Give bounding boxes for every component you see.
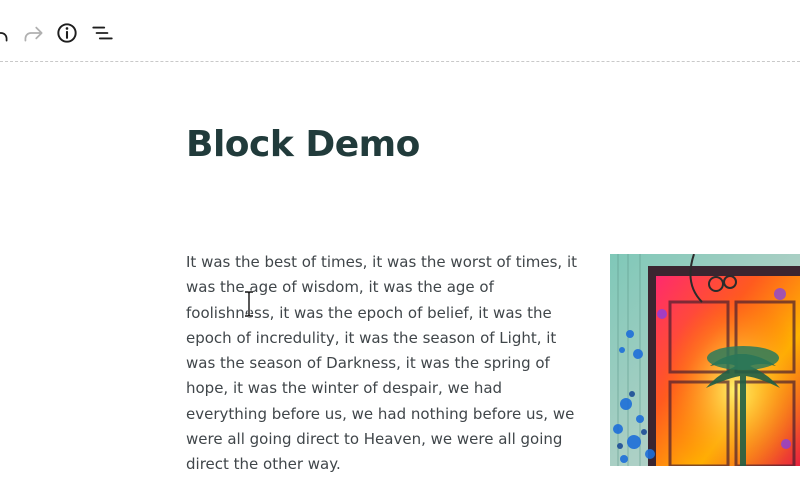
list-view-icon[interactable] [89, 20, 115, 46]
editor-toolbar [0, 0, 800, 62]
text-cursor-icon [245, 290, 253, 318]
post-title[interactable]: Block Demo [186, 124, 420, 165]
info-icon[interactable] [54, 20, 80, 46]
paragraph-block[interactable]: It was the best of times, it was the wor… [186, 250, 584, 478]
undo-icon[interactable] [0, 20, 12, 46]
redo-icon[interactable] [20, 20, 46, 46]
image-block[interactable] [610, 254, 800, 466]
